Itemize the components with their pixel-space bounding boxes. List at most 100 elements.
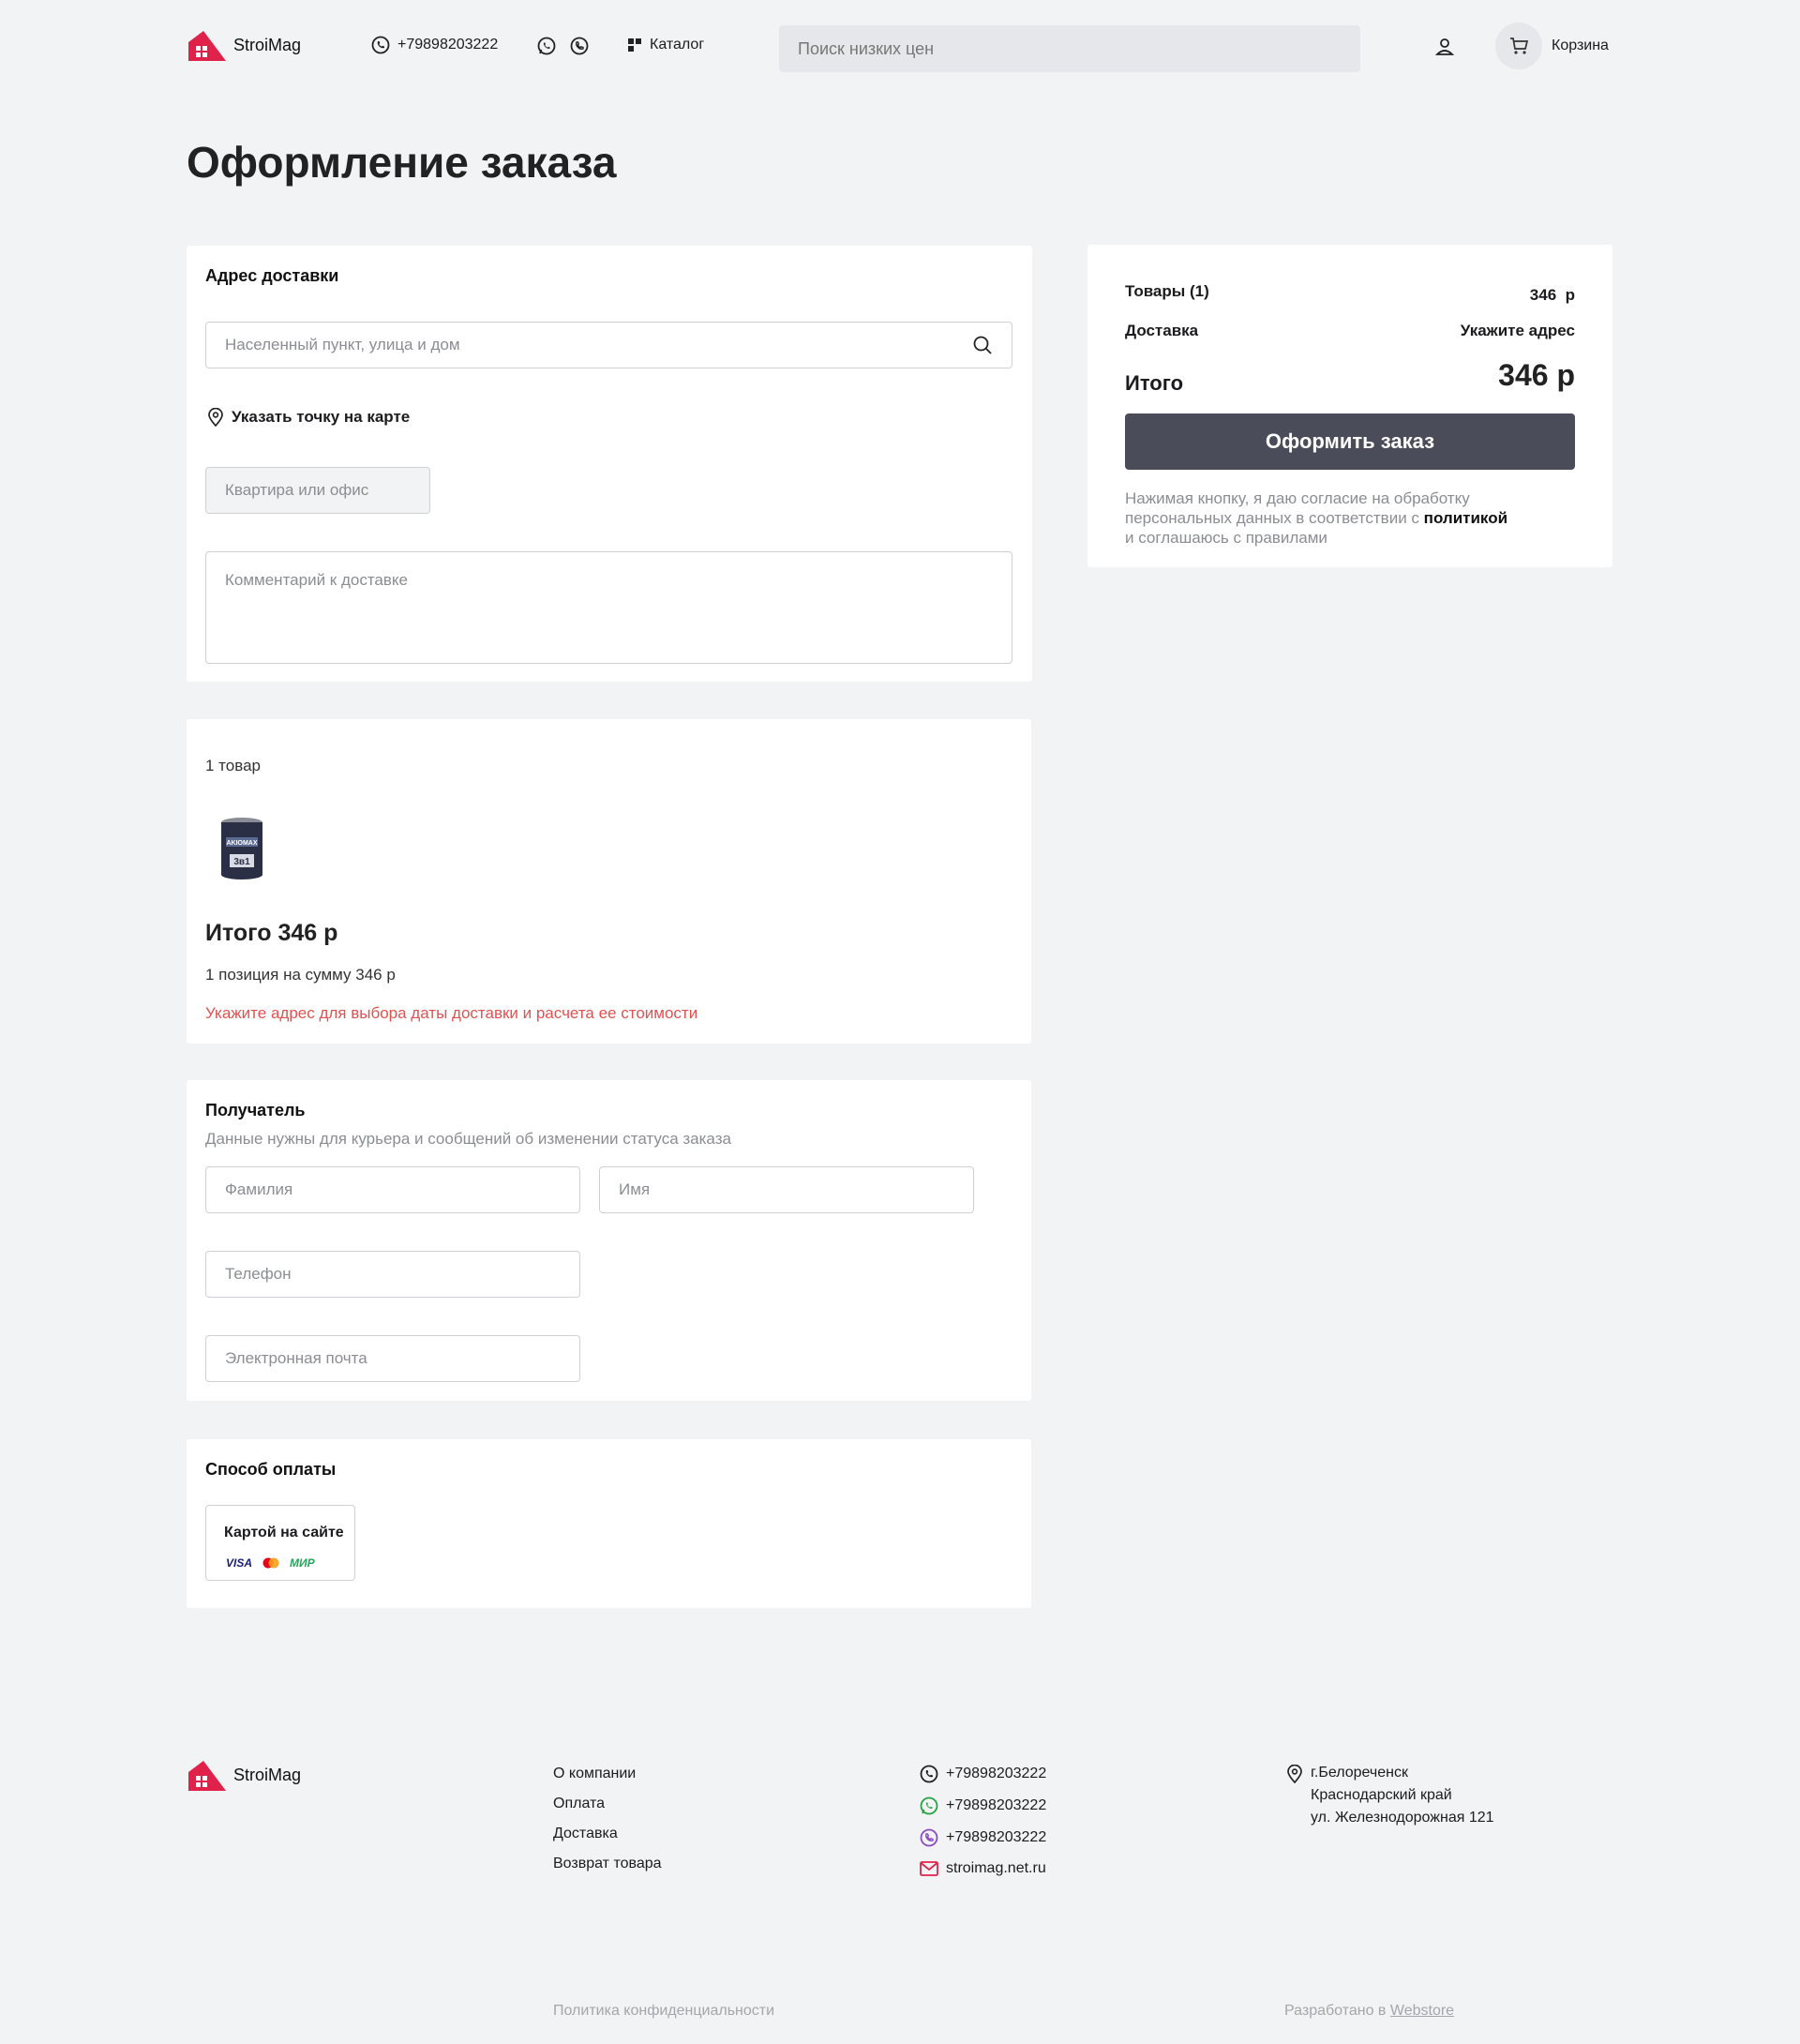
items-positions: 1 позиция на сумму 346 р — [205, 966, 396, 984]
footer-logo-house-icon — [188, 1761, 226, 1791]
payment-title: Способ оплаты — [205, 1460, 337, 1479]
summary-total-value: 346 р — [1498, 358, 1575, 392]
viber-icon[interactable] — [570, 37, 589, 55]
cart-button[interactable]: Корзина — [1495, 23, 1609, 69]
goods-label: Товары (1) — [1125, 282, 1209, 300]
phone-placeholder: Телефон — [225, 1265, 292, 1283]
items-card: 1 товар AKIOMAX 3в1 Итого 346 р 1 позици… — [187, 719, 1031, 1044]
footer-links: О компании Оплата Доставка Возврат товар… — [553, 1766, 662, 1872]
search-placeholder: Поиск низких цен — [798, 38, 935, 58]
map-point-label: Указать точку на карте — [232, 408, 411, 426]
payment-option-card[interactable]: Картой на сайте VISA МИР — [205, 1505, 355, 1581]
footer-mail-icon — [920, 1861, 938, 1876]
summary-total-label: Итого — [1125, 371, 1184, 395]
delivery-label: Доставка — [1125, 322, 1199, 339]
footer-viber-icon — [920, 1828, 938, 1847]
footer-address-lines: г.Белореченск Краснодарский край ул. Жел… — [1311, 1765, 1494, 1826]
footer-phone-icon — [920, 1765, 938, 1783]
goods-value: 346 р — [1529, 286, 1575, 304]
payment-option-label: Картой на сайте — [224, 1525, 344, 1541]
footer-address: г.Белореченск Краснодарский край ул. Жел… — [1286, 1765, 1494, 1826]
footer-email-address: stroimag.net.ru — [946, 1860, 1046, 1876]
footer-address-region: Краснодарский край — [1311, 1787, 1452, 1803]
comment-placeholder: Комментарий к доставке — [225, 571, 408, 589]
firstname-input[interactable]: Имя — [599, 1166, 974, 1213]
header-phone-number: +79898203222 — [398, 37, 499, 53]
search-input[interactable]: Поиск низких цен — [779, 25, 1360, 72]
privacy-policy-link[interactable]: Политика конфиденциальности — [553, 2003, 774, 2020]
place-order-button[interactable]: Оформить заказ — [1125, 413, 1575, 470]
apartment-input[interactable]: Квартира или офис — [205, 467, 430, 514]
footer-link-returns[interactable]: Возврат товара — [553, 1856, 662, 1872]
footer-logo[interactable]: StroiMag — [187, 1759, 301, 1791]
footer-logo-text: StroiMag — [233, 1765, 302, 1784]
footer-whatsapp[interactable]: +79898203222 — [920, 1796, 1046, 1815]
payment-logos: VISA МИР — [226, 1556, 315, 1570]
product-thumbnail[interactable]: AKIOMAX 3в1 — [215, 817, 269, 880]
policy-link[interactable]: политикой — [1424, 509, 1508, 527]
address-placeholder: Населенный пункт, улица и дом — [225, 336, 460, 353]
footer-whatsapp-number: +79898203222 — [946, 1797, 1047, 1813]
phone-icon — [371, 36, 390, 54]
delivery-card: Адрес доставки Населенный пункт, улица и… — [187, 246, 1032, 682]
phone-input[interactable]: Телефон — [205, 1251, 580, 1298]
header-logo[interactable]: StroiMag — [187, 29, 301, 61]
catalog-label: Каталог — [650, 37, 705, 53]
developed-prefix: Разработано в — [1284, 2003, 1387, 2019]
cart-icon — [1510, 38, 1529, 54]
footer-phone[interactable]: +79898203222 — [920, 1765, 1046, 1783]
delivery-comment-input[interactable]: Комментарий к доставке — [205, 551, 1012, 664]
footer-email[interactable]: stroimag.net.ru — [920, 1860, 1046, 1877]
items-count: 1 товар — [205, 757, 261, 774]
header-phone[interactable]: +79898203222 — [371, 36, 498, 54]
delivery-warning: Укажите адрес для выбора даты доставки и… — [205, 1004, 698, 1022]
items-total: Итого 346 р — [205, 920, 338, 946]
footer-link-payment[interactable]: Оплата — [553, 1796, 662, 1812]
recipient-subtitle: Данные нужны для курьера и сообщений об … — [205, 1130, 731, 1148]
lastname-input[interactable]: Фамилия — [205, 1166, 580, 1213]
footer-viber[interactable]: +79898203222 — [920, 1828, 1046, 1847]
catalog-button[interactable]: Каталог — [627, 37, 704, 53]
delivery-title: Адрес доставки — [205, 266, 339, 285]
visa-logo: VISA — [226, 1556, 253, 1570]
map-pin-icon — [208, 408, 223, 427]
footer-link-delivery[interactable]: Доставка — [553, 1826, 662, 1842]
recipient-card: Получатель Данные нужны для курьера и со… — [187, 1080, 1031, 1401]
footer-contacts: +79898203222 +79898203222 +79898203222 s… — [920, 1765, 1046, 1877]
footer-address-city: г.Белореченск — [1311, 1765, 1408, 1781]
footer-link-about[interactable]: О компании — [553, 1766, 662, 1782]
footer-whatsapp-icon — [920, 1796, 938, 1815]
apartment-placeholder: Квартира или офис — [225, 481, 369, 499]
user-icon[interactable] — [1434, 37, 1455, 57]
footer-location-icon — [1287, 1765, 1302, 1783]
mir-logo: МИР — [290, 1556, 315, 1570]
address-input[interactable]: Населенный пункт, улица и дом — [205, 322, 1012, 368]
developed-by: Разработано в Webstore — [1284, 2003, 1454, 2020]
delivery-value: Укажите адрес — [1460, 322, 1575, 339]
recipient-title: Получатель — [205, 1101, 306, 1120]
page-title: Оформление заказа — [187, 138, 617, 187]
footer-phone-number: +79898203222 — [946, 1766, 1047, 1781]
logo-text: StroiMag — [233, 35, 302, 54]
map-point-link[interactable]: Указать точку на карте — [207, 408, 410, 427]
consent-text-part1: Нажимая кнопку, я даю согласие на обрабо… — [1125, 489, 1470, 527]
footer-address-street: ул. Железнодорожная 121 — [1311, 1810, 1494, 1826]
payment-card: Способ оплаты Картой на сайте VISA МИР — [187, 1439, 1031, 1608]
consent-text: Нажимая кнопку, я даю согласие на обрабо… — [1125, 488, 1575, 548]
order-summary-card: Товары (1) 346 р Доставка Укажите адрес … — [1088, 245, 1612, 567]
logo-house-icon — [188, 31, 226, 61]
cart-label: Корзина — [1552, 38, 1609, 53]
firstname-placeholder: Имя — [619, 1180, 651, 1198]
catalog-grid-icon — [627, 38, 642, 53]
consent-text-part2: и соглашаюсь с правилами — [1125, 529, 1328, 547]
webstore-link[interactable]: Webstore — [1390, 2003, 1454, 2019]
whatsapp-icon[interactable] — [537, 37, 556, 55]
product-badge-text: 3в1 — [233, 857, 250, 867]
cart-icon-wrap — [1495, 23, 1542, 69]
lastname-placeholder: Фамилия — [225, 1180, 293, 1198]
email-input[interactable]: Электронная почта — [205, 1335, 580, 1382]
footer-viber-number: +79898203222 — [946, 1829, 1047, 1845]
search-icon[interactable] — [972, 335, 993, 355]
product-brand-text: AKIOMAX — [226, 840, 257, 847]
email-placeholder: Электронная почта — [225, 1349, 368, 1367]
